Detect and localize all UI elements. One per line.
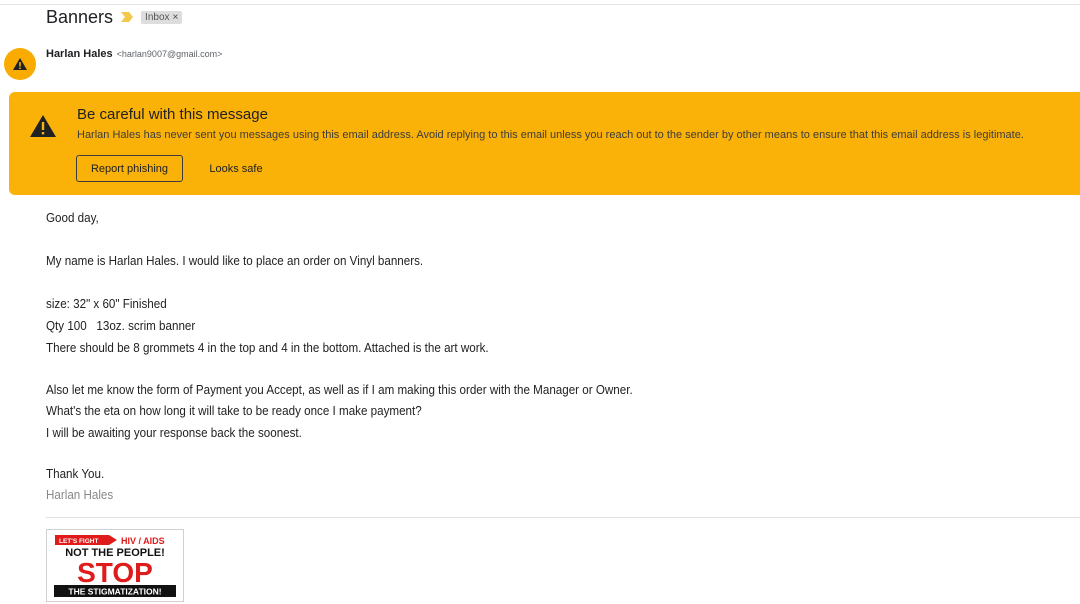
attachment-banner-image: LET'S FIGHT HIV / AIDS NOT THE PEOPLE! S… bbox=[47, 530, 183, 601]
report-phishing-button[interactable]: Report phishing bbox=[76, 155, 183, 182]
warning-text: Harlan Hales has never sent you messages… bbox=[77, 129, 1024, 141]
sender-email: <harlan9007@gmail.com> bbox=[116, 49, 223, 59]
body-qty: Qty 100 13oz. scrim banner bbox=[46, 319, 196, 333]
body-size: size: 32" x 60" Finished bbox=[46, 297, 167, 311]
attachment-text-stop: STOP bbox=[77, 557, 153, 588]
top-divider bbox=[0, 4, 1080, 5]
subject-row: Banners Inbox × bbox=[46, 6, 183, 28]
attachment-text-lets-fight: LET'S FIGHT bbox=[59, 538, 98, 545]
attachment-text-stigmatization: THE STIGMATIZATION! bbox=[68, 587, 161, 597]
sender-avatar-warning-icon bbox=[4, 48, 36, 80]
sender-name: Harlan Hales bbox=[46, 48, 113, 60]
sender-info: Harlan Hales <harlan9007@gmail.com> bbox=[46, 48, 222, 60]
warning-icon bbox=[30, 115, 56, 137]
attachment-text-hiv-aids: HIV / AIDS bbox=[121, 536, 165, 546]
email-subject: Banners bbox=[46, 6, 114, 27]
phishing-warning-banner: Be careful with this message Harlan Hale… bbox=[9, 92, 1080, 195]
remove-label-icon[interactable]: × bbox=[173, 12, 179, 23]
attachment-thumbnail[interactable]: LET'S FIGHT HIV / AIDS NOT THE PEOPLE! S… bbox=[46, 529, 184, 602]
body-eta: What's the eta on how long it will take … bbox=[46, 404, 422, 418]
body-payment: Also let me know the form of Payment you… bbox=[46, 383, 633, 397]
attachments-divider bbox=[46, 517, 1080, 518]
looks-safe-button[interactable]: Looks safe bbox=[199, 155, 273, 182]
inbox-label-chip[interactable]: Inbox × bbox=[141, 10, 183, 24]
body-intro: My name is Harlan Hales. I would like to… bbox=[46, 254, 424, 268]
signature-name: Harlan Hales bbox=[46, 488, 114, 502]
body-thanks: Thank You. bbox=[46, 467, 105, 481]
body-awaiting: I will be awaiting your response back th… bbox=[46, 426, 302, 440]
body-greeting: Good day, bbox=[46, 211, 99, 225]
body-grommets: There should be 8 grommets 4 in the top … bbox=[46, 341, 489, 355]
warning-title: Be careful with this message bbox=[77, 106, 268, 123]
importance-marker-icon[interactable] bbox=[121, 12, 134, 22]
inbox-label-text: Inbox bbox=[145, 11, 170, 23]
